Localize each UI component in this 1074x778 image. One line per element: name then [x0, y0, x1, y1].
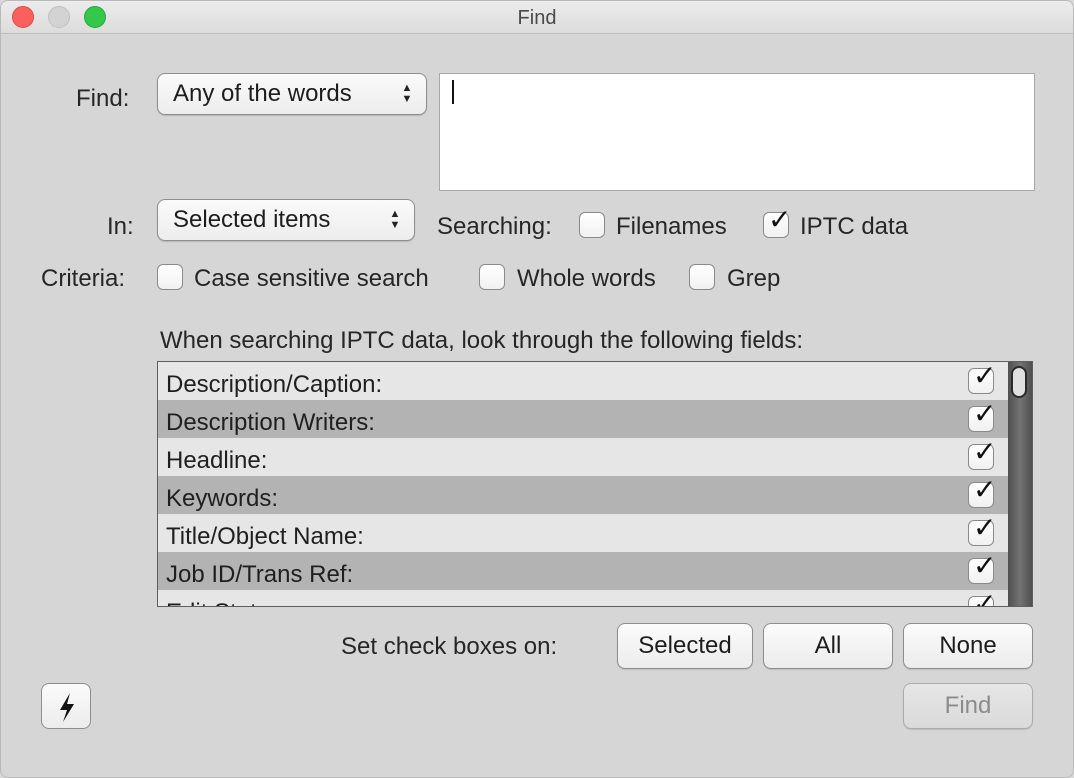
fields-heading: When searching IPTC data, look through t… [160, 327, 804, 354]
list-row[interactable]: Headline: ✓ [158, 438, 1008, 476]
field-name: Description Writers: [166, 409, 375, 436]
checkmark-icon: ✓ [973, 398, 997, 429]
criteria-label: Criteria: [41, 265, 126, 292]
field-checkbox[interactable]: ✓ [968, 362, 996, 394]
list-scrollbar[interactable] [1008, 362, 1032, 606]
field-name: Title/Object Name: [166, 523, 364, 550]
checkmark-icon: ✓ [973, 436, 997, 467]
find-mode-value: Any of the words [173, 80, 352, 107]
field-name: Description/Caption: [166, 371, 383, 398]
iptc-label: IPTC data [800, 213, 909, 240]
checkmark-icon: ✓ [973, 361, 997, 391]
title-bar[interactable]: Find [1, 1, 1073, 34]
list-row[interactable]: Title/Object Name: ✓ [158, 514, 1008, 552]
find-button[interactable]: Find [903, 683, 1033, 729]
set-selected-button[interactable]: Selected [617, 623, 753, 669]
field-checkbox[interactable]: ✓ [968, 590, 996, 606]
lightning-bolt-button[interactable] [41, 683, 91, 729]
case-sensitive-checkbox[interactable] [157, 264, 183, 290]
list-row[interactable]: Description Writers: ✓ [158, 400, 1008, 438]
iptc-checkbox[interactable]: ✓ [763, 206, 791, 238]
field-name: Keywords: [166, 485, 279, 512]
grep-label: Grep [727, 265, 781, 292]
field-name: Headline: [166, 447, 268, 474]
searching-label: Searching: [437, 213, 552, 240]
text-caret [452, 80, 454, 104]
field-checkbox[interactable]: ✓ [968, 552, 996, 584]
whole-words-label: Whole words [517, 265, 656, 292]
window-title: Find [517, 7, 557, 29]
scope-value: Selected items [173, 206, 331, 233]
field-name: Edit Status: [166, 599, 289, 606]
checkmark-icon: ✓ [973, 550, 997, 581]
filenames-checkbox[interactable] [579, 212, 605, 238]
filenames-label: Filenames [616, 213, 727, 240]
checkmark-icon: ✓ [973, 588, 997, 607]
scope-popup[interactable]: Selected items ▲ ▼ [157, 199, 415, 241]
up-down-arrows-icon: ▲ ▼ [389, 208, 401, 231]
scrollbar-thumb[interactable] [1011, 366, 1027, 398]
find-query-textarea[interactable] [439, 73, 1035, 191]
case-sensitive-label: Case sensitive search [194, 265, 429, 292]
find-mode-popup[interactable]: Any of the words ▲ ▼ [157, 73, 427, 115]
grep-checkbox[interactable] [689, 264, 715, 290]
checkmark-icon: ✓ [973, 474, 997, 505]
up-down-arrows-icon: ▲ ▼ [401, 82, 413, 105]
list-row[interactable]: Job ID/Trans Ref: ✓ [158, 552, 1008, 590]
lightning-bolt-icon [60, 693, 74, 722]
list-row[interactable]: Keywords: ✓ [158, 476, 1008, 514]
field-checkbox[interactable]: ✓ [968, 400, 996, 432]
whole-words-checkbox[interactable] [479, 264, 505, 290]
checkmark-icon: ✓ [973, 512, 997, 543]
set-all-button[interactable]: All [763, 623, 893, 669]
field-checkbox[interactable]: ✓ [968, 438, 996, 470]
in-label: In: [107, 213, 134, 240]
field-name: Job ID/Trans Ref: [166, 561, 354, 588]
find-label: Find: [76, 85, 130, 112]
set-none-button[interactable]: None [903, 623, 1033, 669]
find-window: Find Find: Any of the words ▲ ▼ In: Selec… [0, 0, 1074, 778]
checkmark-icon: ✓ [768, 204, 792, 235]
list-row[interactable]: Description/Caption: ✓ [158, 362, 1008, 400]
set-checkboxes-label: Set check boxes on: [341, 633, 558, 660]
list-row[interactable]: Edit Status: ✓ [158, 590, 1008, 606]
field-checkbox[interactable]: ✓ [968, 476, 996, 508]
field-checkbox[interactable]: ✓ [968, 514, 996, 546]
iptc-fields-list[interactable]: Description/Caption: ✓ Description Write… [157, 361, 1033, 607]
